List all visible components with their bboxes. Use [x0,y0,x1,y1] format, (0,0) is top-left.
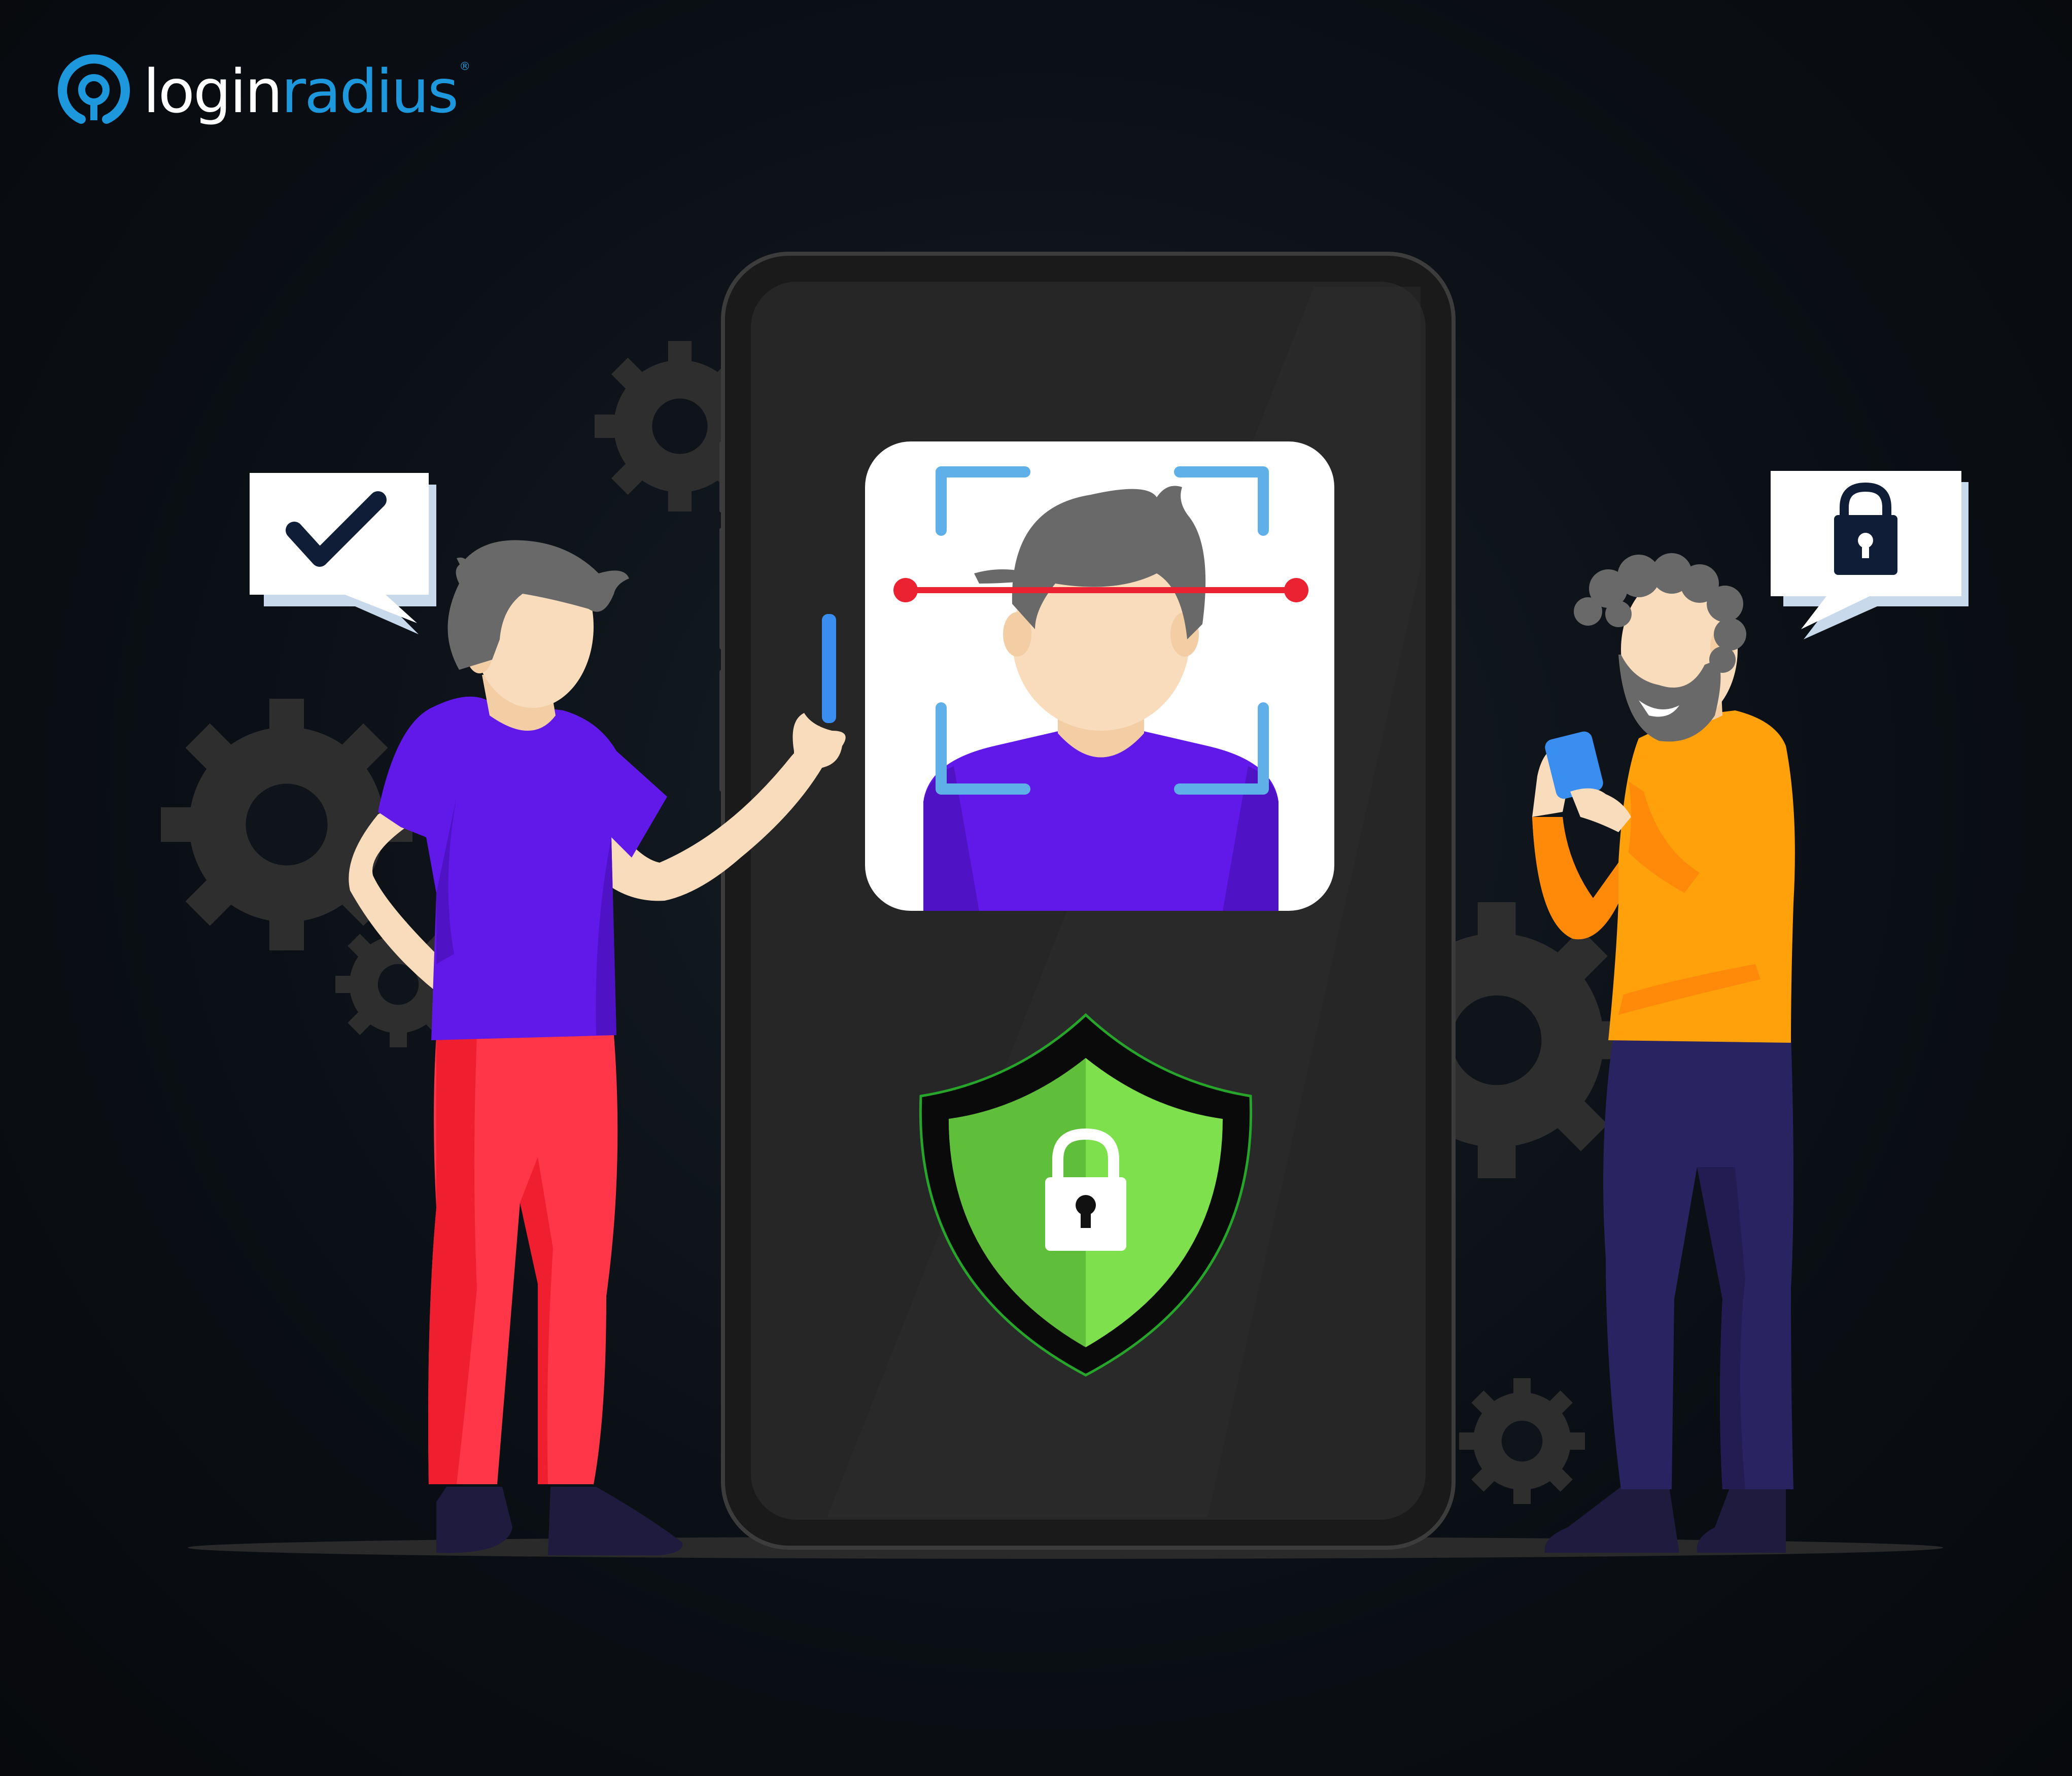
illustration-scene [161,252,1969,1559]
padlock-bubble [1771,471,1969,639]
face-scan-icon [865,441,1334,911]
gear-icon [1459,1378,1585,1504]
checkmark-bubble [250,473,436,634]
